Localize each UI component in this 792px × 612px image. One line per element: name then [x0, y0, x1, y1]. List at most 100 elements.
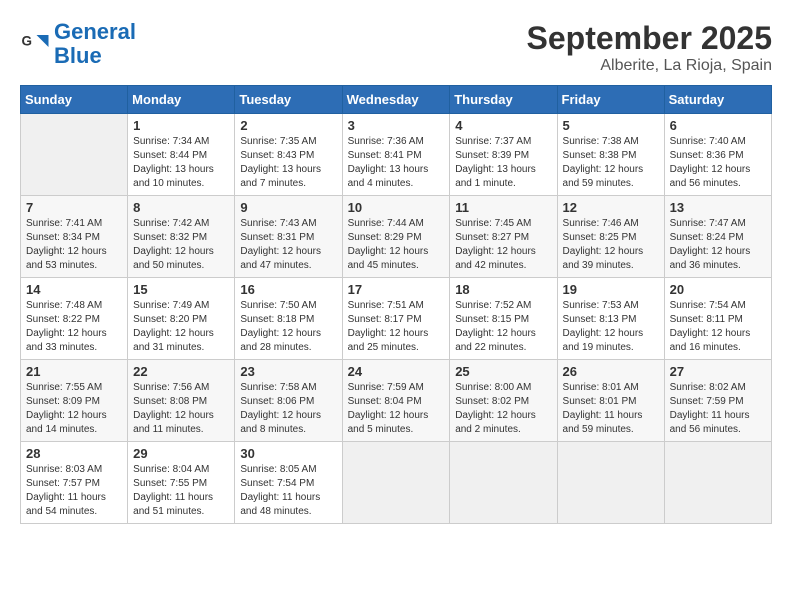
day-number: 7 [26, 200, 122, 215]
calendar-cell: 10Sunrise: 7:44 AM Sunset: 8:29 PM Dayli… [342, 196, 450, 278]
day-number: 3 [348, 118, 445, 133]
day-of-week-header: Saturday [664, 86, 771, 114]
logo-icon: G [20, 29, 50, 59]
day-number: 14 [26, 282, 122, 297]
day-number: 26 [563, 364, 659, 379]
calendar-cell: 29Sunrise: 8:04 AM Sunset: 7:55 PM Dayli… [128, 442, 235, 524]
day-number: 21 [26, 364, 122, 379]
day-number: 15 [133, 282, 229, 297]
svg-text:G: G [22, 34, 33, 49]
calendar-cell: 26 Sunrise: 8:01 AM Sunset: 8:01 PM Dayli… [557, 360, 664, 442]
day-detail: Sunrise: 7:40 AM Sunset: 8:36 PM Dayligh… [670, 135, 766, 191]
page-header: G General Blue September 2025 Alberite, … [20, 20, 772, 75]
day-detail: Sunrise: 7:34 AM Sunset: 8:44 PM Dayligh… [133, 135, 229, 191]
day-number: 11 [455, 200, 551, 215]
day-number: 13 [670, 200, 766, 215]
day-number: 1 [133, 118, 229, 133]
day-detail: Sunrise: 7:52 AM Sunset: 8:15 PM Dayligh… [455, 299, 551, 355]
day-number: 19 [563, 282, 659, 297]
calendar-cell [21, 114, 128, 196]
day-detail: Sunrise: 7:45 AM Sunset: 8:27 PM Dayligh… [455, 217, 551, 273]
calendar-cell: 3 Sunrise: 7:36 AM Sunset: 8:41 PM Daylig… [342, 114, 450, 196]
day-number: 25 [455, 364, 551, 379]
day-number: 12 [563, 200, 659, 215]
calendar-cell [342, 442, 450, 524]
day-detail: Sunrise: 8:03 AM Sunset: 7:57 PM Dayligh… [26, 463, 122, 519]
day-detail: Sunrise: 7:38 AM Sunset: 8:38 PM Dayligh… [563, 135, 659, 191]
day-detail: Sunrise: 7:50 AM Sunset: 8:18 PM Dayligh… [240, 299, 336, 355]
day-of-week-header: Thursday [450, 86, 557, 114]
day-number: 2 [240, 118, 336, 133]
calendar-cell: 16Sunrise: 7:50 AM Sunset: 8:18 PM Dayli… [235, 278, 342, 360]
logo-blue: Blue [54, 43, 102, 68]
calendar-cell: 30 Sunrise: 8:05 AM Sunset: 7:54 PM Dayli… [235, 442, 342, 524]
calendar-cell: 8 Sunrise: 7:42 AM Sunset: 8:32 PM Daylig… [128, 196, 235, 278]
day-number: 30 [240, 446, 336, 461]
day-detail: Sunrise: 7:47 AM Sunset: 8:24 PM Dayligh… [670, 217, 766, 273]
day-detail: Sunrise: 7:46 AM Sunset: 8:25 PM Dayligh… [563, 217, 659, 273]
calendar-cell: 20Sunrise: 7:54 AM Sunset: 8:11 PM Dayli… [664, 278, 771, 360]
calendar-cell: 7 Sunrise: 7:41 AM Sunset: 8:34 PM Daylig… [21, 196, 128, 278]
month-year-title: September 2025 [527, 20, 772, 57]
day-number: 5 [563, 118, 659, 133]
day-of-week-header: Friday [557, 86, 664, 114]
logo-text: General Blue [54, 20, 136, 68]
calendar-cell: 18 Sunrise: 7:52 AM Sunset: 8:15 PM Dayli… [450, 278, 557, 360]
calendar-week-row: 14 Sunrise: 7:48 AM Sunset: 8:22 PM Dayli… [21, 278, 772, 360]
calendar-cell: 4 Sunrise: 7:37 AM Sunset: 8:39 PM Daylig… [450, 114, 557, 196]
calendar-week-row: 1 Sunrise: 7:34 AM Sunset: 8:44 PM Daylig… [21, 114, 772, 196]
day-of-week-header: Wednesday [342, 86, 450, 114]
day-detail: Sunrise: 7:48 AM Sunset: 8:22 PM Dayligh… [26, 299, 122, 355]
calendar-cell: 17 Sunrise: 7:51 AM Sunset: 8:17 PM Dayli… [342, 278, 450, 360]
day-detail: Sunrise: 7:49 AM Sunset: 8:20 PM Dayligh… [133, 299, 229, 355]
calendar-week-row: 7 Sunrise: 7:41 AM Sunset: 8:34 PM Daylig… [21, 196, 772, 278]
day-number: 8 [133, 200, 229, 215]
calendar-cell: 22 Sunrise: 7:56 AM Sunset: 8:08 PM Dayli… [128, 360, 235, 442]
day-number: 17 [348, 282, 445, 297]
day-detail: Sunrise: 8:04 AM Sunset: 7:55 PM Dayligh… [133, 463, 229, 519]
day-detail: Sunrise: 7:41 AM Sunset: 8:34 PM Dayligh… [26, 217, 122, 273]
day-detail: Sunrise: 7:55 AM Sunset: 8:09 PM Dayligh… [26, 381, 122, 437]
calendar-cell [450, 442, 557, 524]
day-detail: Sunrise: 8:01 AM Sunset: 8:01 PM Dayligh… [563, 381, 659, 437]
day-detail: Sunrise: 7:35 AM Sunset: 8:43 PM Dayligh… [240, 135, 336, 191]
day-detail: Sunrise: 7:59 AM Sunset: 8:04 PM Dayligh… [348, 381, 445, 437]
calendar-cell: 9Sunrise: 7:43 AM Sunset: 8:31 PM Daylig… [235, 196, 342, 278]
day-of-week-header: Sunday [21, 86, 128, 114]
day-detail: Sunrise: 7:51 AM Sunset: 8:17 PM Dayligh… [348, 299, 445, 355]
calendar-cell: 28 Sunrise: 8:03 AM Sunset: 7:57 PM Dayli… [21, 442, 128, 524]
day-detail: Sunrise: 8:02 AM Sunset: 7:59 PM Dayligh… [670, 381, 766, 437]
day-detail: Sunrise: 7:54 AM Sunset: 8:11 PM Dayligh… [670, 299, 766, 355]
day-number: 22 [133, 364, 229, 379]
calendar-cell: 13 Sunrise: 7:47 AM Sunset: 8:24 PM Dayli… [664, 196, 771, 278]
day-number: 18 [455, 282, 551, 297]
day-detail: Sunrise: 7:58 AM Sunset: 8:06 PM Dayligh… [240, 381, 336, 437]
day-number: 4 [455, 118, 551, 133]
day-detail: Sunrise: 7:56 AM Sunset: 8:08 PM Dayligh… [133, 381, 229, 437]
calendar-cell: 5 Sunrise: 7:38 AM Sunset: 8:38 PM Daylig… [557, 114, 664, 196]
day-detail: Sunrise: 8:00 AM Sunset: 8:02 PM Dayligh… [455, 381, 551, 437]
day-detail: Sunrise: 7:37 AM Sunset: 8:39 PM Dayligh… [455, 135, 551, 191]
day-detail: Sunrise: 7:43 AM Sunset: 8:31 PM Dayligh… [240, 217, 336, 273]
day-number: 28 [26, 446, 122, 461]
calendar-cell: 6 Sunrise: 7:40 AM Sunset: 8:36 PM Daylig… [664, 114, 771, 196]
day-detail: Sunrise: 7:42 AM Sunset: 8:32 PM Dayligh… [133, 217, 229, 273]
calendar-cell: 27Sunrise: 8:02 AM Sunset: 7:59 PM Dayli… [664, 360, 771, 442]
day-detail: Sunrise: 7:53 AM Sunset: 8:13 PM Dayligh… [563, 299, 659, 355]
calendar-cell: 12 Sunrise: 7:46 AM Sunset: 8:25 PM Dayli… [557, 196, 664, 278]
calendar-cell: 14 Sunrise: 7:48 AM Sunset: 8:22 PM Dayli… [21, 278, 128, 360]
calendar-cell: 11 Sunrise: 7:45 AM Sunset: 8:27 PM Dayli… [450, 196, 557, 278]
calendar-cell: 23 Sunrise: 7:58 AM Sunset: 8:06 PM Dayli… [235, 360, 342, 442]
calendar-cell: 21 Sunrise: 7:55 AM Sunset: 8:09 PM Dayli… [21, 360, 128, 442]
calendar-cell: 1 Sunrise: 7:34 AM Sunset: 8:44 PM Daylig… [128, 114, 235, 196]
day-of-week-header: Monday [128, 86, 235, 114]
day-number: 23 [240, 364, 336, 379]
day-detail: Sunrise: 8:05 AM Sunset: 7:54 PM Dayligh… [240, 463, 336, 519]
day-number: 24 [348, 364, 445, 379]
logo-general: General [54, 19, 136, 44]
calendar-cell [664, 442, 771, 524]
day-number: 6 [670, 118, 766, 133]
calendar-cell: 25 Sunrise: 8:00 AM Sunset: 8:02 PM Dayli… [450, 360, 557, 442]
day-detail: Sunrise: 7:36 AM Sunset: 8:41 PM Dayligh… [348, 135, 445, 191]
calendar-week-row: 21 Sunrise: 7:55 AM Sunset: 8:09 PM Dayli… [21, 360, 772, 442]
